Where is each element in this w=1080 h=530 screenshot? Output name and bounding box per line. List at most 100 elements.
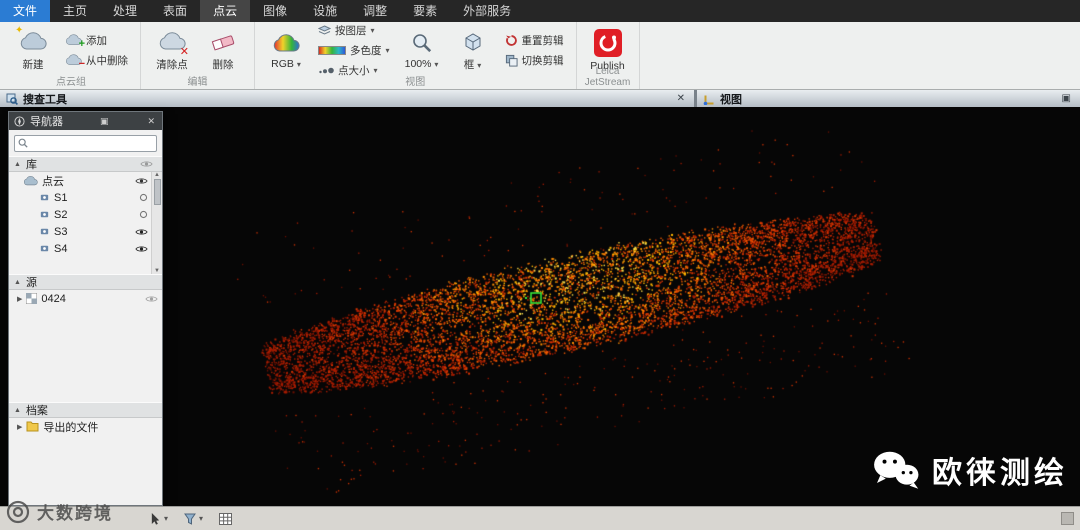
eye-icon[interactable] [145, 295, 158, 303]
toggle-clip-button[interactable]: 切换剪辑 [502, 52, 567, 69]
by-layer-dropdown[interactable]: 按图层 ▾ [315, 22, 393, 39]
scrollbar-thumb[interactable] [153, 179, 161, 205]
collapse-triangle-icon: ▲ [14, 278, 21, 286]
zoom-button[interactable]: 100% ▾ [400, 29, 444, 71]
library-content: 点云 S1 S2 S3 S4 ▲ ▼ [9, 172, 162, 274]
ribbon-group-edit: ✕ 清除点 删除 编辑 [141, 22, 255, 89]
pane-float-icon[interactable]: ▣ [98, 116, 111, 127]
search-input[interactable] [14, 135, 157, 152]
archive-label: 档案 [25, 405, 48, 417]
section-archive[interactable]: ▲ 档案 [9, 402, 162, 418]
statusbar: ▾ ▾ [0, 506, 1080, 530]
pointer-icon [151, 513, 160, 525]
ribbon-group-jetstream: Publish Leica JetStream [577, 22, 640, 89]
navigator-title: 导航器 [30, 116, 63, 128]
colorbar-icon [318, 45, 346, 55]
folder-icon [26, 421, 39, 432]
close-icon[interactable]: ✕ [674, 93, 688, 104]
tab-process[interactable]: 处理 [100, 0, 150, 22]
section-source[interactable]: ▲ 源 [9, 274, 162, 290]
box-button[interactable]: 框 ▾ [451, 28, 495, 73]
magnifier-icon [411, 30, 433, 56]
scan-label: S1 [54, 191, 68, 204]
chevron-down-icon: ▾ [434, 60, 439, 69]
scroll-down-icon[interactable]: ▼ [154, 268, 160, 274]
scanner-icon [40, 194, 49, 201]
scanner-icon [40, 211, 49, 218]
tree-item-exported-files[interactable]: ▶ 导出的文件 [9, 418, 162, 435]
scroll-up-icon[interactable]: ▲ [154, 172, 160, 178]
clear-points-button[interactable]: ✕ 清除点 [150, 28, 194, 73]
plus-badge-icon: + [78, 38, 85, 50]
filter-icon [184, 513, 196, 525]
pointer-tool-button[interactable]: ▾ [150, 512, 168, 525]
tree-item-scan[interactable]: S3 [9, 223, 162, 240]
eye-icon[interactable] [140, 160, 153, 168]
search-icon [18, 138, 28, 148]
archive-content: ▶ 导出的文件 [9, 418, 162, 505]
pane-dock-icon[interactable]: ▣ [1059, 93, 1074, 104]
source-label: 源 [25, 277, 37, 289]
clear-points-label: 清除点 [156, 58, 188, 71]
section-library[interactable]: ▲ 库 [9, 156, 162, 172]
cloud-clear-icon: ✕ [158, 29, 189, 58]
tab-surface[interactable]: 表面 [150, 0, 200, 22]
dashu-logo-icon [6, 500, 30, 523]
inspect-tools-icon [6, 93, 18, 105]
tab-pointcloud[interactable]: 点云 [200, 0, 251, 22]
application-window: 文件 主页 处理 表面 点云 图像 设施 调整 要素 外部服务 ✦ 新建 + 添… [0, 0, 1080, 530]
tree-item-scan[interactable]: S4 [9, 240, 162, 257]
scanner-icon [40, 245, 49, 252]
reset-clip-button[interactable]: 重置剪辑 [502, 32, 567, 49]
pointcloud-item-label: 点云 [42, 175, 64, 188]
toggle-clip-label: 切换剪辑 [521, 54, 564, 67]
add-to-pointcloud-button[interactable]: + 添加 [62, 32, 131, 50]
tree-item-scan[interactable]: S2 [9, 206, 162, 223]
tree-item-source-0424[interactable]: ▶ 0424 [9, 290, 162, 307]
inspect-tools-title: 搜查工具 [23, 93, 67, 106]
visibility-off-icon[interactable] [139, 193, 148, 202]
exported-files-label: 导出的文件 [43, 421, 99, 434]
tree-item-scan[interactable]: S1 [9, 189, 162, 206]
eye-icon[interactable] [135, 245, 148, 253]
tab-adjust[interactable]: 调整 [350, 0, 400, 22]
navigator-header[interactable]: 导航器 ▣ ✕ [9, 112, 162, 130]
compass-icon [14, 115, 25, 127]
tab-external-services[interactable]: 外部服务 [450, 0, 524, 22]
pane-close-icon[interactable]: ✕ [145, 116, 157, 127]
chevron-down-icon: ▾ [477, 60, 482, 70]
grid-view-button[interactable] [219, 512, 233, 525]
expand-triangle-icon[interactable]: ▶ [17, 295, 22, 303]
tab-file[interactable]: 文件 [0, 0, 51, 22]
delete-button[interactable]: 删除 [201, 28, 245, 73]
expand-triangle-icon[interactable]: ▶ [17, 423, 22, 431]
new-pointcloud-button[interactable]: ✦ 新建 [11, 25, 55, 73]
multicolor-dropdown[interactable]: 多色度 ▾ [315, 42, 393, 59]
tab-feature[interactable]: 要素 [400, 0, 450, 22]
x-badge-icon: ✕ [179, 45, 189, 58]
reset-clip-icon [505, 34, 517, 46]
eye-icon[interactable] [135, 228, 148, 236]
menubar: 文件 主页 处理 表面 点云 图像 设施 调整 要素 外部服务 [0, 0, 1080, 22]
eye-icon[interactable] [135, 177, 148, 185]
scan-label: S4 [54, 242, 68, 255]
navigator-panel: 导航器 ▣ ✕ ▲ 库 点云 S1 S2 S3 S4 ▲ ▼ ▲ 源 ▶ 042… [8, 111, 163, 506]
tab-facility[interactable]: 设施 [300, 0, 350, 22]
library-scrollbar[interactable]: ▲ ▼ [151, 172, 162, 274]
library-label: 库 [25, 159, 37, 171]
collapse-triangle-icon: ▲ [14, 160, 21, 168]
cloud-add-icon: + [65, 33, 85, 50]
resize-grip[interactable] [1061, 512, 1074, 525]
tree-item-pointcloud[interactable]: 点云 [9, 172, 162, 189]
tab-image[interactable]: 图像 [250, 0, 300, 22]
rgb-label: RGB ▾ [271, 58, 301, 70]
tab-home[interactable]: 主页 [50, 0, 100, 22]
visibility-off-icon[interactable] [139, 210, 148, 219]
rgb-button[interactable]: RGB ▾ [264, 29, 308, 71]
remove-from-pointcloud-button[interactable]: − 从中删除 [62, 52, 131, 70]
multicolor-label: 多色度 [350, 44, 382, 57]
wechat-icon [874, 451, 919, 489]
delete-label: 删除 [212, 58, 234, 71]
chevron-down-icon: ▾ [385, 45, 390, 55]
filter-tool-button[interactable]: ▾ [184, 513, 203, 525]
